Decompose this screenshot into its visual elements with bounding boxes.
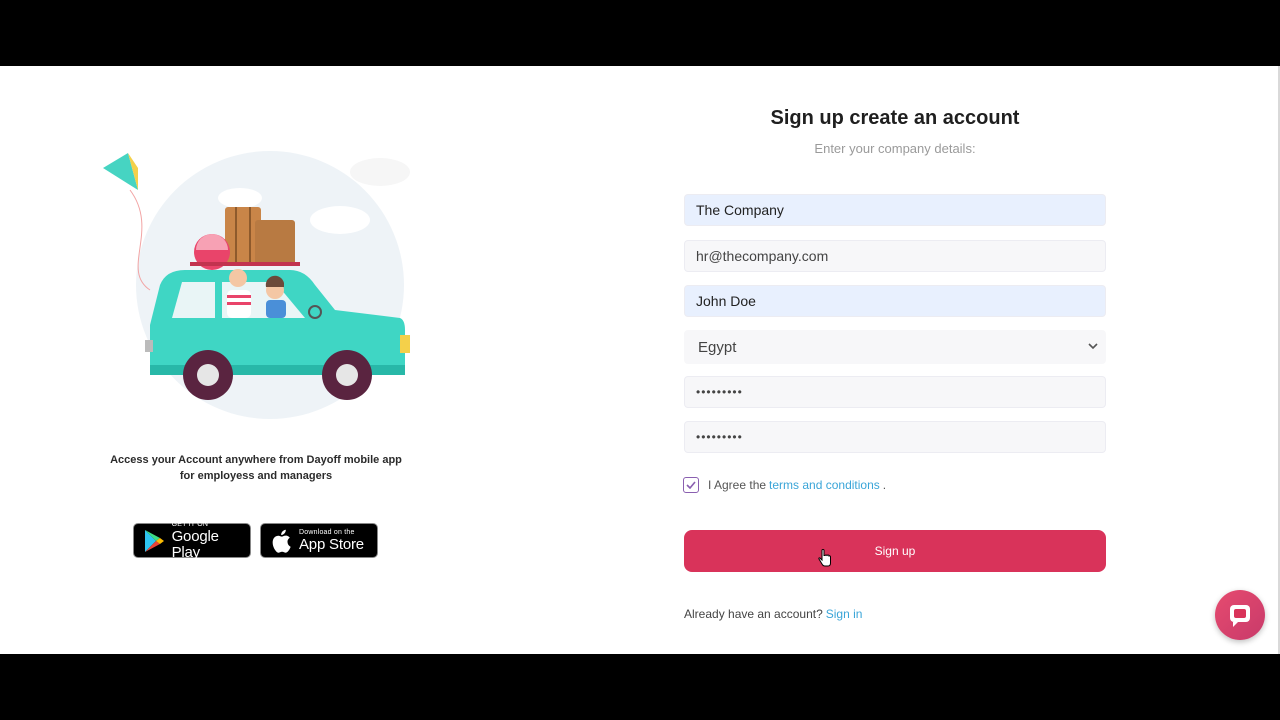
- country-selected-value: Egypt: [698, 338, 737, 356]
- agree-suffix: .: [882, 478, 887, 492]
- google-play-label: Google Play: [171, 527, 219, 561]
- google-play-badge[interactable]: GET IT ON Google Play: [133, 521, 251, 561]
- confirm-password-input[interactable]: [684, 421, 1106, 453]
- google-play-icon: [139, 526, 169, 556]
- chevron-down-icon: [1088, 341, 1098, 353]
- apple-icon: [266, 526, 296, 556]
- app-store-badge[interactable]: Download on the App Store: [260, 523, 378, 558]
- have-account-text: Already have an account?: [684, 607, 823, 621]
- check-icon: [686, 481, 696, 489]
- signin-link[interactable]: Sign in: [826, 607, 863, 621]
- email-input[interactable]: [684, 240, 1106, 272]
- signup-button[interactable]: Sign up: [684, 530, 1106, 572]
- signin-prompt: Already have an account? Sign in: [684, 607, 862, 621]
- video-letterbox-bottom: [0, 654, 1280, 720]
- full-name-input[interactable]: [684, 285, 1106, 317]
- mobile-app-promo: Access your Account anywhere from Dayoff…: [100, 452, 412, 484]
- terms-checkbox[interactable]: [683, 477, 699, 493]
- terms-agreement: I Agree the terms and conditions .: [683, 477, 886, 493]
- video-letterbox-top: [0, 0, 1280, 66]
- promo-line-1: Access your Account anywhere from Dayoff…: [110, 454, 402, 466]
- car-travel-illustration: [103, 151, 410, 419]
- cursor-icon: [818, 549, 831, 567]
- country-select[interactable]: Egypt: [684, 330, 1106, 364]
- app-store-label: App Store: [299, 535, 364, 553]
- chat-widget-button[interactable]: [1215, 590, 1265, 640]
- chat-icon: [1230, 605, 1250, 627]
- promo-line-2: for employess and managers: [179, 470, 333, 482]
- page-subtitle: Enter your company details:: [814, 141, 976, 156]
- company-name-input[interactable]: [684, 194, 1106, 226]
- page-title: Sign up create an account: [770, 107, 1020, 129]
- terms-link[interactable]: terms and conditions: [769, 478, 880, 492]
- agree-prefix: I Agree the: [708, 478, 767, 492]
- password-input[interactable]: [684, 376, 1106, 408]
